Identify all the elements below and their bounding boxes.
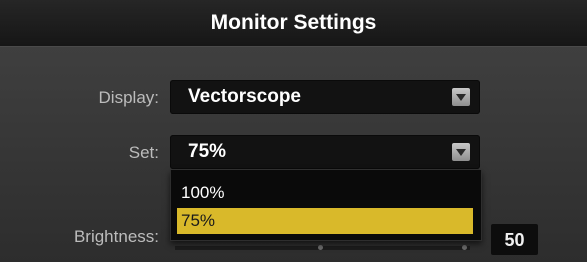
dropdown-option-75[interactable]: 75% [177,208,473,234]
set-value: 75% [188,141,227,162]
page-title: Monitor Settings [210,11,377,34]
set-label: Set: [128,143,159,162]
brightness-label: Brightness: [73,227,159,246]
chevron-down-icon[interactable] [452,88,470,106]
chevron-down-icon[interactable] [452,143,470,161]
display-value: Vectorscope [188,86,301,107]
slider-tick [462,245,467,250]
brightness-value: 50 [504,230,525,250]
display-select[interactable]: Vectorscope [170,80,480,114]
set-dropdown-list: 100% 75% [170,170,482,241]
slider-tick [318,245,323,250]
dropdown-option-100[interactable]: 100% [177,180,473,206]
set-select[interactable]: 75% [170,135,480,169]
title-bar: Monitor Settings [0,0,587,47]
display-label: Display: [98,88,159,107]
brightness-value-box[interactable]: 50 [491,224,538,255]
